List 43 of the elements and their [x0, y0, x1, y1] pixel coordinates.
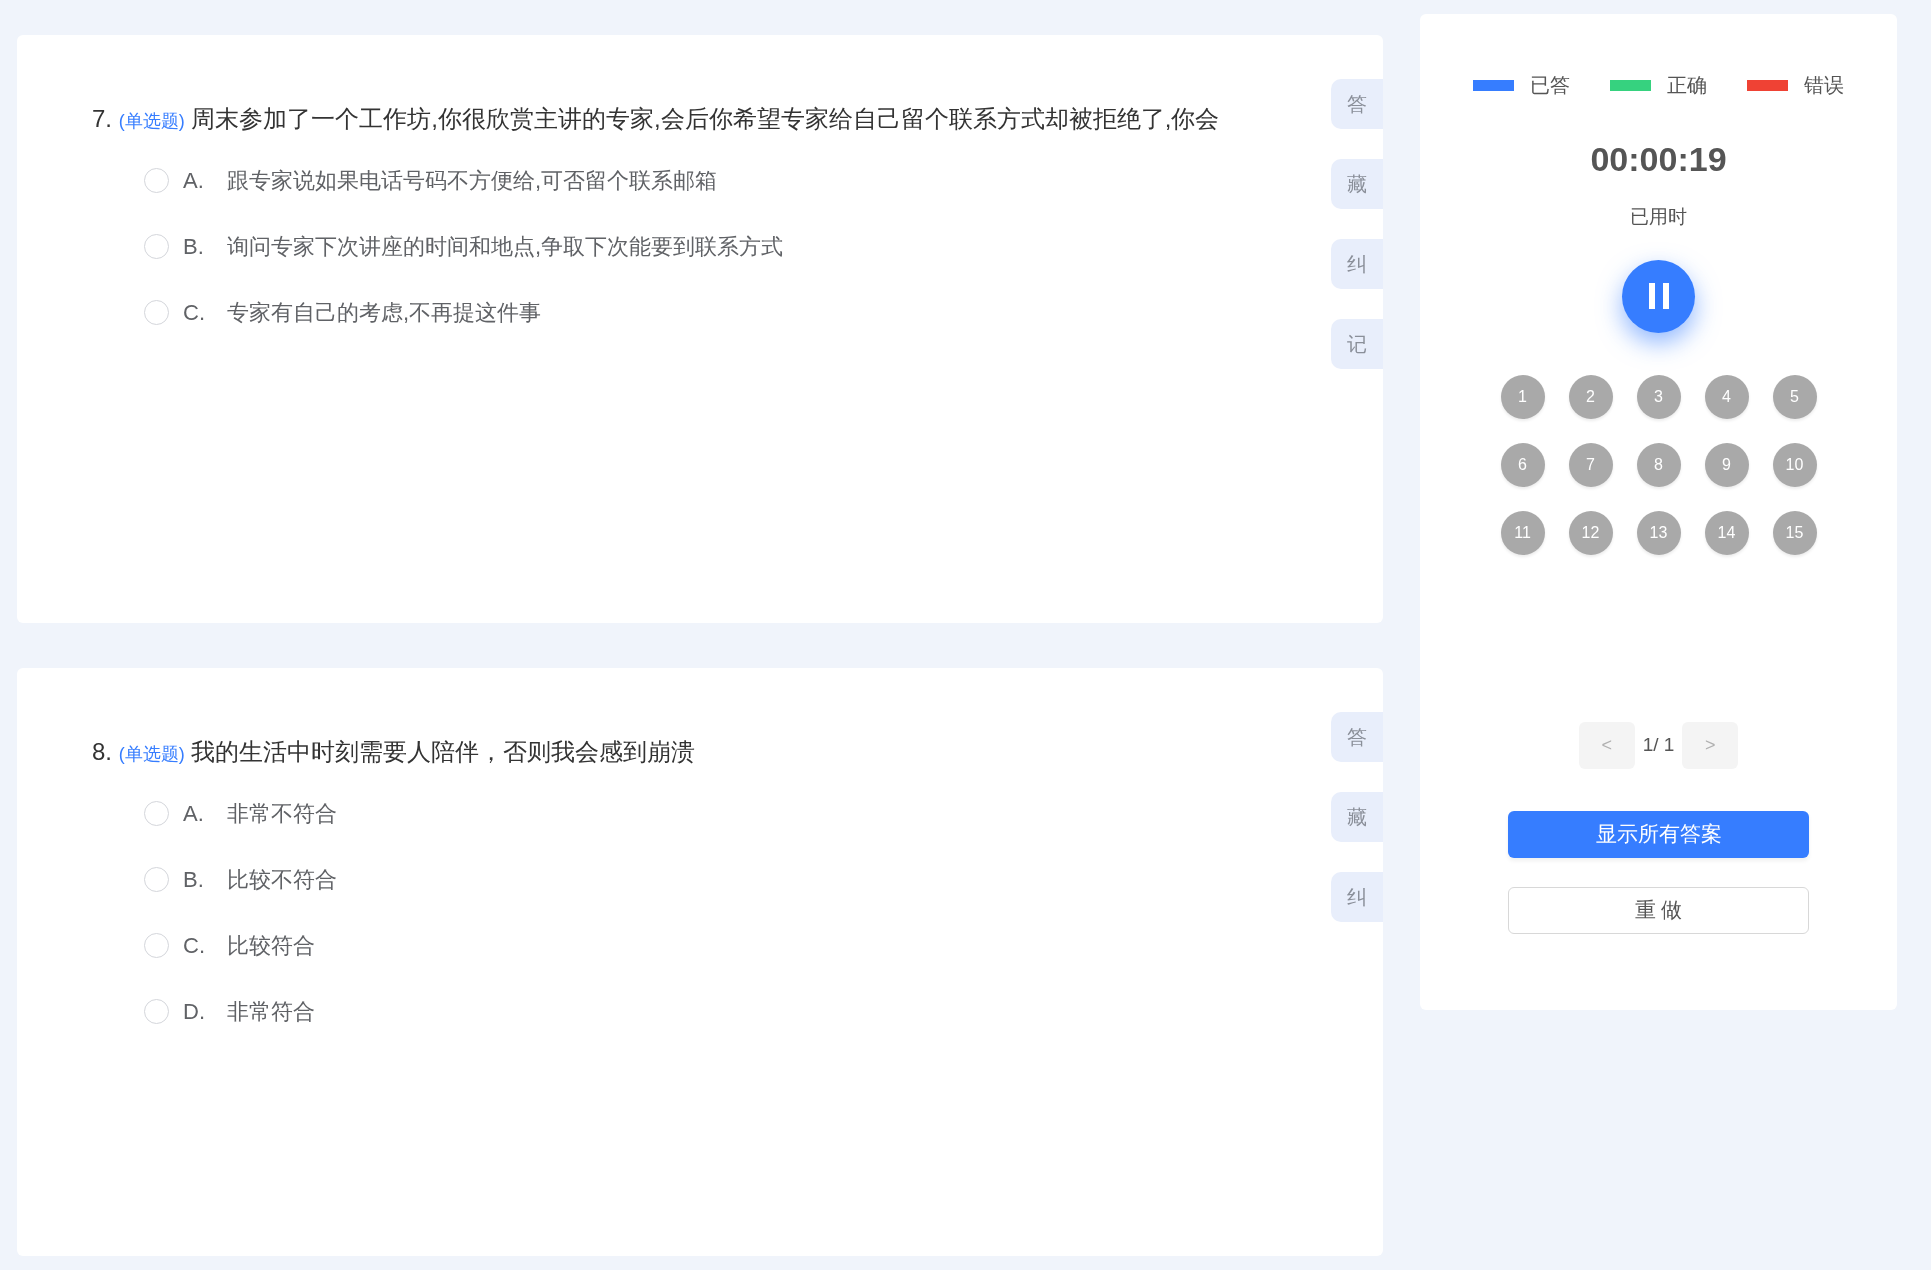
next-page-button[interactable]: > [1682, 721, 1739, 769]
question-number-button[interactable]: 11 [1500, 510, 1545, 555]
pause-icon [1646, 283, 1671, 309]
answer-option[interactable]: A. 跟专家说如果电话号码不方便给,可否留个联系邮箱 [144, 164, 718, 197]
answer-option[interactable]: A. 非常不符合 [144, 797, 337, 830]
question-number-button[interactable]: 15 [1772, 510, 1817, 555]
question-text: 8. (单选题) 我的生活中时刻需要人陪伴，否则我会感到崩溃 [92, 737, 696, 767]
question-number-button[interactable]: 6 [1500, 442, 1545, 487]
question-number-button[interactable]: 13 [1636, 510, 1681, 555]
legend-label: 已答 [1530, 73, 1570, 98]
side-tab-button[interactable]: 纠 [1331, 239, 1383, 289]
side-tab-button[interactable]: 答 [1331, 712, 1383, 762]
pause-button[interactable] [1622, 259, 1695, 333]
question-text: 7. (单选题) 周末参加了一个工作坊,你很欣赏主讲的专家,会后你希望专家给自己留个联系方式却被拒绝了,你会 [92, 104, 1220, 134]
side-tab-button[interactable]: 藏 [1331, 792, 1383, 842]
side-tab-button[interactable]: 答 [1331, 79, 1383, 129]
page-indicator: 1/ 1 [1642, 732, 1675, 757]
answer-option[interactable]: C. 比较符合 [144, 929, 315, 962]
answer-option[interactable]: B. 询问专家下次讲座的时间和地点,争取下次能要到联系方式 [144, 230, 784, 263]
question-number-button[interactable]: 12 [1568, 510, 1613, 555]
answer-option[interactable]: B. 比较不符合 [144, 863, 337, 896]
answer-option[interactable]: D. 非常符合 [144, 995, 315, 1028]
timer-label: 已用时 [1630, 205, 1687, 229]
question-number-button[interactable]: 4 [1704, 374, 1749, 419]
question-number-button[interactable]: 7 [1568, 442, 1613, 487]
question-number-button[interactable]: 1 [1500, 374, 1545, 419]
side-tab-button[interactable]: 记 [1331, 319, 1383, 369]
question-number-button[interactable]: 3 [1636, 374, 1681, 419]
question-number-button[interactable]: 2 [1568, 374, 1613, 419]
question-number-button[interactable]: 14 [1704, 510, 1749, 555]
side-tab-button[interactable]: 藏 [1331, 159, 1383, 209]
question-number-button[interactable]: 10 [1772, 442, 1817, 487]
question-number-button[interactable]: 5 [1772, 374, 1817, 419]
question-number-button[interactable]: 9 [1704, 442, 1749, 487]
side-tab-button[interactable]: 纠 [1331, 872, 1383, 922]
question-number-button[interactable]: 8 [1636, 442, 1681, 487]
redo-button[interactable]: 重 做 [1508, 886, 1809, 934]
show-answers-button[interactable]: 显示所有答案 [1508, 810, 1809, 858]
answer-option[interactable]: C. 专家有自己的考虑,不再提这件事 [144, 296, 542, 329]
legend-label: 正确 [1667, 73, 1707, 98]
previous-page-button[interactable]: < [1578, 721, 1635, 769]
legend-label: 错误 [1804, 73, 1844, 98]
timer-value: 00:00:19 [1590, 139, 1727, 180]
